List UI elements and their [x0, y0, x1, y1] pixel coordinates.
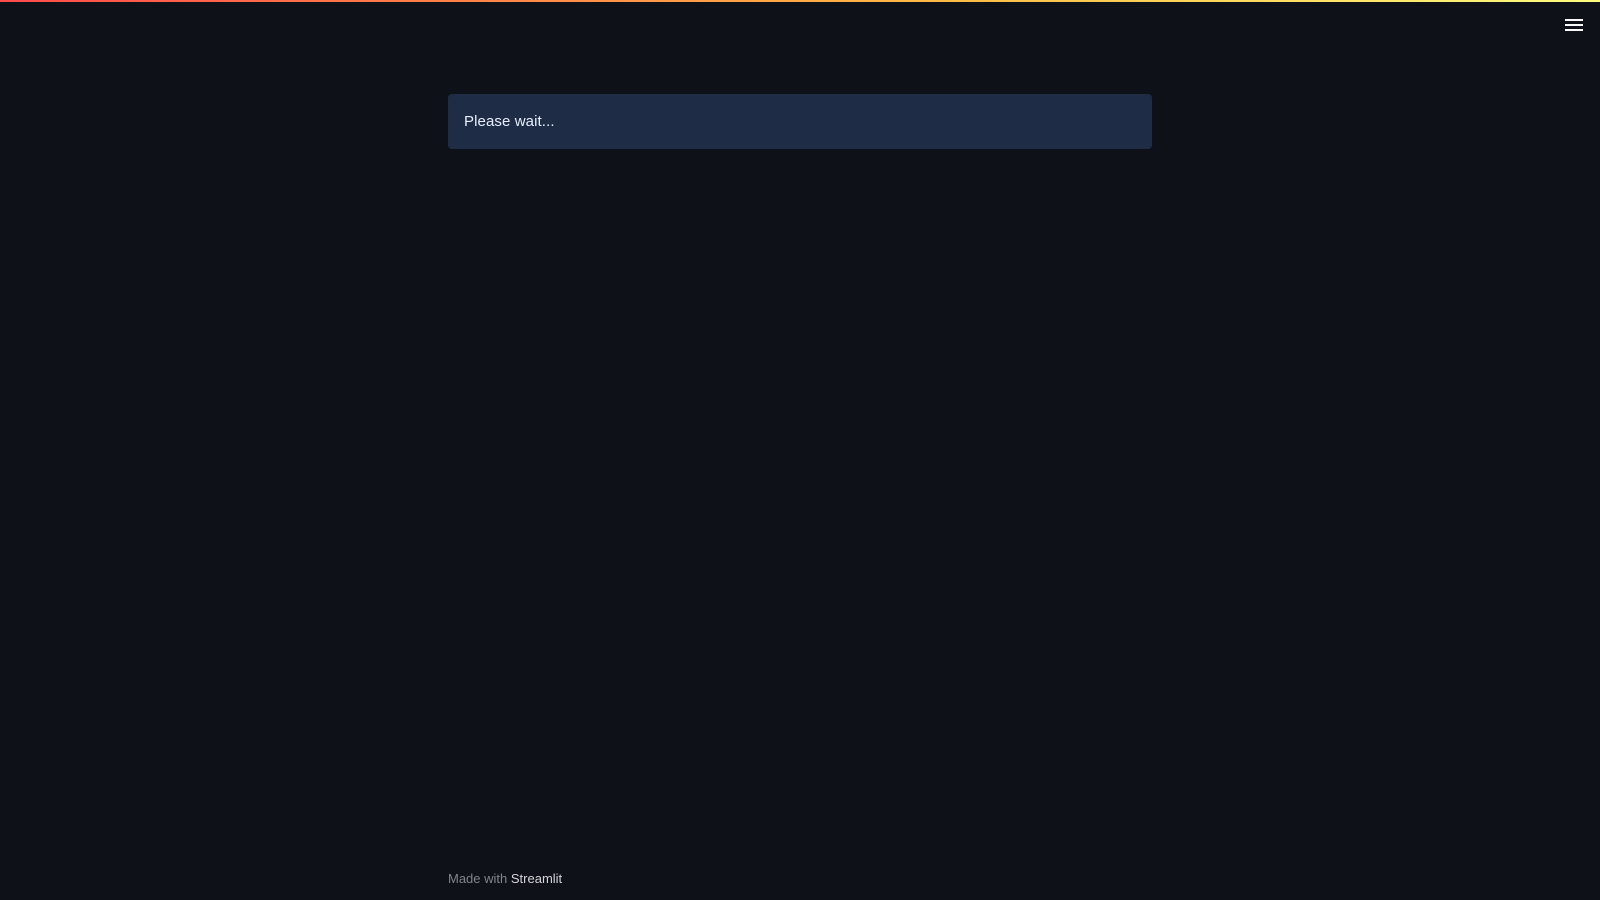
- streamlit-link[interactable]: Streamlit: [511, 871, 562, 886]
- alert-message: Please wait...: [464, 113, 555, 130]
- app-page: Please wait... Made with Streamlit: [0, 0, 1600, 900]
- hamburger-menu-icon: [1565, 18, 1583, 32]
- footer: Made with Streamlit: [448, 871, 562, 886]
- main-menu-button[interactable]: [1560, 12, 1588, 38]
- footer-prefix: Made with: [448, 871, 511, 886]
- main-content: Please wait...: [448, 94, 1152, 149]
- info-alert: Please wait...: [448, 94, 1152, 149]
- header-decoration-bar: [0, 0, 1600, 2]
